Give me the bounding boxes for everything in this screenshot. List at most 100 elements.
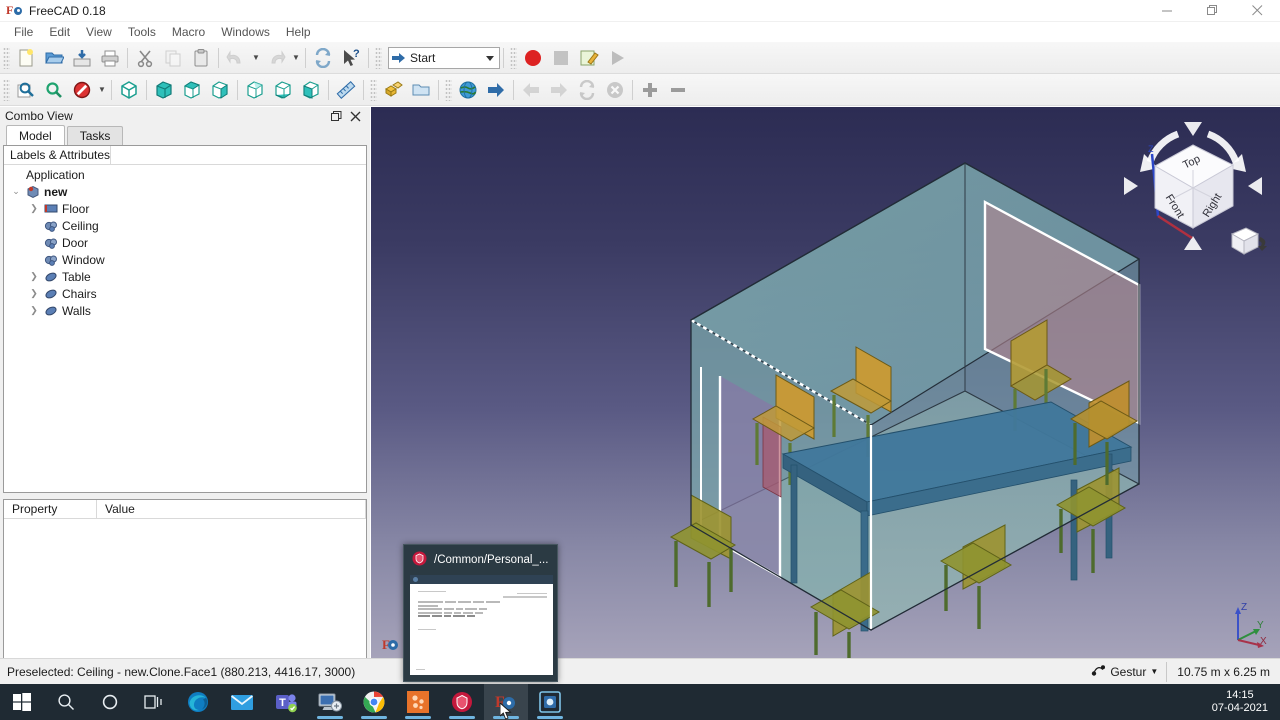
redo-dropdown-arrow-icon[interactable]: ▼ bbox=[290, 44, 302, 72]
browser-load-icon[interactable] bbox=[482, 76, 510, 104]
workbench-selector[interactable]: Start bbox=[388, 46, 500, 69]
menu-windows[interactable]: Windows bbox=[213, 23, 278, 42]
taskbar-item-teams[interactable]: T bbox=[264, 684, 308, 720]
undo-dropdown-arrow-icon[interactable]: ▼ bbox=[250, 44, 262, 72]
zoom-in-plus-icon[interactable] bbox=[636, 76, 664, 104]
front-view-icon[interactable] bbox=[150, 76, 178, 104]
tree-item-floor[interactable]: ❯ Floor bbox=[4, 200, 366, 217]
chevron-down-icon[interactable]: ⌄ bbox=[8, 183, 24, 200]
stop-macro-icon[interactable] bbox=[547, 44, 575, 72]
cut-scissors-icon[interactable] bbox=[131, 44, 159, 72]
forward-arrow-icon[interactable] bbox=[545, 76, 573, 104]
new-document-icon[interactable] bbox=[12, 44, 40, 72]
taskbar-item-recorder[interactable] bbox=[528, 684, 572, 720]
record-macro-icon[interactable] bbox=[519, 44, 547, 72]
chevron-down-icon[interactable]: ▼ bbox=[1150, 667, 1158, 676]
back-arrow-icon[interactable] bbox=[517, 76, 545, 104]
chevron-right-icon[interactable]: ❯ bbox=[26, 268, 42, 285]
taskbar-clock[interactable]: 14:15 07-04-2021 bbox=[1212, 689, 1280, 715]
tree-item-door[interactable]: Door bbox=[4, 234, 366, 251]
tree-item-chairs[interactable]: ❯ Chairs bbox=[4, 285, 366, 302]
model-tree[interactable]: Labels & Attributes Application ⌄ new ❯ … bbox=[3, 145, 367, 493]
copy-icon[interactable] bbox=[159, 44, 187, 72]
workbench-toolbar-grip[interactable] bbox=[375, 46, 382, 69]
right-view-icon[interactable] bbox=[206, 76, 234, 104]
cortana-button[interactable] bbox=[88, 684, 132, 720]
taskbar-item-edge[interactable] bbox=[176, 684, 220, 720]
structure-toolbar-grip[interactable] bbox=[370, 78, 377, 101]
zoom-out-minus-icon[interactable] bbox=[664, 76, 692, 104]
undo-arrow-icon[interactable] bbox=[222, 44, 250, 72]
taskbar-item-chrome[interactable] bbox=[352, 684, 396, 720]
tab-model[interactable]: Model bbox=[6, 125, 65, 145]
view-toolbar-grip[interactable] bbox=[3, 78, 10, 101]
minimize-button[interactable] bbox=[1145, 0, 1190, 22]
navigation-cube[interactable]: Top Front Right Z bbox=[1118, 110, 1268, 260]
menu-macro[interactable]: Macro bbox=[164, 23, 213, 42]
nav-down-arrow-icon bbox=[1184, 236, 1202, 250]
draw-style-icon[interactable] bbox=[68, 76, 96, 104]
taskbar-item-orange-app[interactable] bbox=[396, 684, 440, 720]
rear-view-icon[interactable] bbox=[241, 76, 269, 104]
menu-help[interactable]: Help bbox=[278, 23, 319, 42]
taskbar-item-shield-app[interactable] bbox=[440, 684, 484, 720]
menu-file[interactable]: File bbox=[6, 23, 41, 42]
search-button[interactable] bbox=[44, 684, 88, 720]
create-group-icon[interactable] bbox=[407, 76, 435, 104]
whats-this-cursor-icon[interactable]: ? bbox=[337, 44, 365, 72]
menu-tools[interactable]: Tools bbox=[120, 23, 164, 42]
edit-macro-icon[interactable] bbox=[575, 44, 603, 72]
refresh-icon[interactable] bbox=[309, 44, 337, 72]
tab-tasks[interactable]: Tasks bbox=[66, 126, 124, 145]
float-window-icon[interactable] bbox=[330, 110, 343, 123]
execute-macro-icon[interactable] bbox=[603, 44, 631, 72]
taskbar-item-remote-desktop[interactable] bbox=[308, 684, 352, 720]
create-part-icon[interactable] bbox=[379, 76, 407, 104]
print-icon[interactable] bbox=[96, 44, 124, 72]
isometric-view-icon[interactable] bbox=[115, 76, 143, 104]
start-button[interactable] bbox=[0, 684, 44, 720]
web-toolbar-grip[interactable] bbox=[445, 78, 452, 101]
measure-ruler-icon[interactable] bbox=[332, 76, 360, 104]
tree-item-window[interactable]: Window bbox=[4, 251, 366, 268]
restore-button[interactable] bbox=[1190, 0, 1235, 22]
taskbar-item-freecad[interactable]: F bbox=[484, 684, 528, 720]
menu-edit[interactable]: Edit bbox=[41, 23, 78, 42]
menu-view[interactable]: View bbox=[78, 23, 120, 42]
paste-clipboard-icon[interactable] bbox=[187, 44, 215, 72]
left-view-icon[interactable] bbox=[297, 76, 325, 104]
fit-selection-icon[interactable] bbox=[40, 76, 68, 104]
top-view-icon[interactable] bbox=[178, 76, 206, 104]
close-icon[interactable] bbox=[349, 110, 362, 123]
navigation-mode-selector[interactable]: Gestur ▼ bbox=[1083, 661, 1168, 682]
taskbar-thumbnail-preview[interactable]: /Common/Personal_... bbox=[403, 544, 558, 682]
chevron-right-icon[interactable]: ❯ bbox=[26, 302, 42, 319]
task-view-button[interactable] bbox=[132, 684, 176, 720]
draw-style-dropdown-arrow-icon[interactable]: ▼ bbox=[96, 76, 108, 104]
taskbar-item-mail[interactable] bbox=[220, 684, 264, 720]
tree-item-walls[interactable]: ❯ Walls bbox=[4, 302, 366, 319]
close-button[interactable] bbox=[1235, 0, 1280, 22]
save-icon[interactable] bbox=[68, 44, 96, 72]
stop-loading-icon[interactable] bbox=[601, 76, 629, 104]
bottom-view-icon[interactable] bbox=[269, 76, 297, 104]
reload-icon[interactable] bbox=[573, 76, 601, 104]
tree-item-application[interactable]: Application bbox=[4, 166, 366, 183]
combo-view-title: Combo View bbox=[5, 109, 73, 123]
toolbar-grip[interactable] bbox=[3, 46, 10, 69]
tree-item-ceiling[interactable]: Ceiling bbox=[4, 217, 366, 234]
chevron-right-icon[interactable]: ❯ bbox=[26, 200, 42, 217]
redo-arrow-icon[interactable] bbox=[262, 44, 290, 72]
preview-header: /Common/Personal_... bbox=[404, 545, 557, 575]
tree-item-table[interactable]: ❯ Table bbox=[4, 268, 366, 285]
chevron-right-icon[interactable]: ❯ bbox=[26, 285, 42, 302]
chevron-down-icon[interactable] bbox=[486, 55, 494, 61]
macro-toolbar-grip[interactable] bbox=[510, 46, 517, 69]
preview-thumbnail[interactable] bbox=[410, 575, 553, 675]
globe-icon[interactable] bbox=[454, 76, 482, 104]
open-folder-icon[interactable] bbox=[40, 44, 68, 72]
fit-all-icon[interactable] bbox=[12, 76, 40, 104]
tree-item-new[interactable]: ⌄ new bbox=[4, 183, 366, 200]
toolbar-separator bbox=[111, 79, 112, 100]
